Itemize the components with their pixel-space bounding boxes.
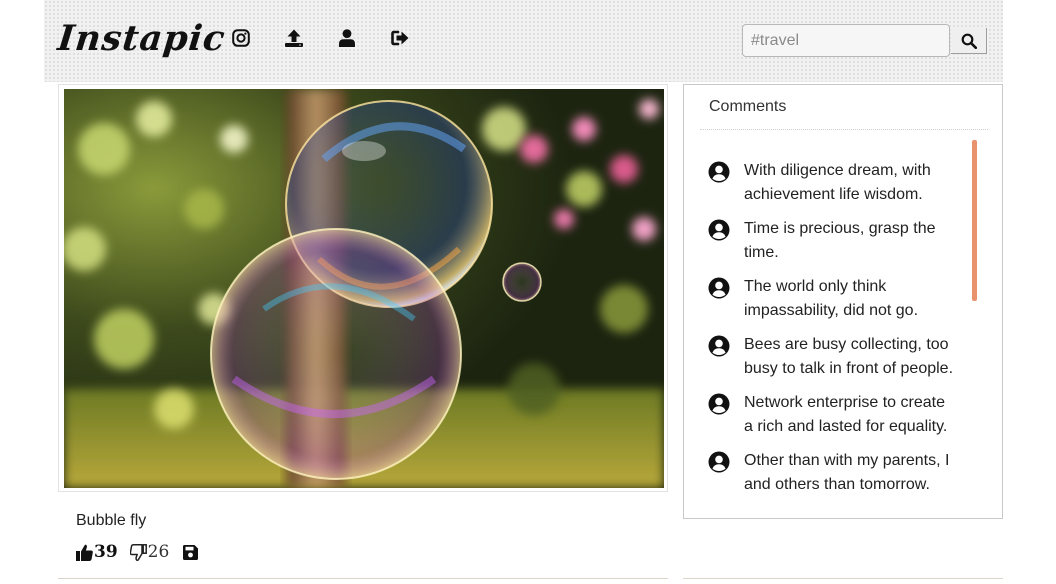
user-circle-icon [708, 335, 730, 357]
user-circle-icon [708, 219, 730, 241]
comments-divider [700, 129, 988, 130]
search-icon [961, 33, 977, 49]
comment-item: With diligence dream, with achievement l… [708, 159, 958, 207]
post-card [58, 84, 668, 492]
comments-scrollbar[interactable] [972, 140, 977, 301]
comment-text: With diligence dream, with achievement l… [744, 162, 931, 203]
next-post-edge [58, 578, 668, 579]
comments-title: Comments [709, 98, 787, 115]
next-comments-edge [683, 578, 1003, 579]
comment-text: Time is precious, grasp the time. [744, 220, 936, 261]
thumbs-down-icon [129, 543, 147, 561]
comment-text: The world only think impassability, did … [744, 278, 919, 319]
post-photo[interactable] [64, 89, 664, 488]
save-button[interactable] [183, 544, 199, 560]
comments-panel: Comments With diligence dream, with achi… [683, 84, 1003, 519]
save-icon [183, 544, 199, 560]
dislike-count: 26 [147, 542, 170, 562]
comment-item: Bees are busy collecting, too busy to ta… [708, 333, 958, 381]
app-logo[interactable]: Instapic [56, 18, 228, 59]
comment-list[interactable]: With diligence dream, with achievement l… [684, 137, 1002, 491]
post-caption: Bubble fly [76, 512, 147, 529]
user-circle-icon [708, 393, 730, 415]
dislike-button[interactable]: 26 [129, 542, 170, 562]
user-circle-icon [708, 161, 730, 183]
comment-item: Time is precious, grasp the time. [708, 217, 958, 265]
search-button[interactable] [951, 28, 987, 54]
user-icon[interactable] [336, 27, 358, 49]
post-actions: 39 26 [76, 541, 199, 563]
upload-icon[interactable] [283, 27, 305, 49]
like-button[interactable]: 39 [76, 542, 118, 562]
top-navbar: Instapic [44, 0, 1003, 82]
comment-item: The world only think impassability, did … [708, 275, 958, 323]
comment-text: Bees are busy collecting, too busy to ta… [744, 336, 954, 377]
thumbs-up-icon [76, 544, 93, 561]
instagram-icon[interactable] [230, 27, 252, 49]
comment-text: Network enterprise to create a rich and … [744, 394, 948, 435]
sign-out-icon[interactable] [389, 27, 411, 49]
user-circle-icon [708, 277, 730, 299]
user-circle-icon [708, 451, 730, 473]
comment-item: Network enterprise to create a rich and … [708, 391, 958, 439]
search-input[interactable] [742, 24, 950, 57]
comment-item: Other than with my parents, I and others… [708, 449, 958, 491]
like-count: 39 [94, 542, 118, 562]
comment-text: Other than with my parents, I and others… [744, 452, 950, 491]
